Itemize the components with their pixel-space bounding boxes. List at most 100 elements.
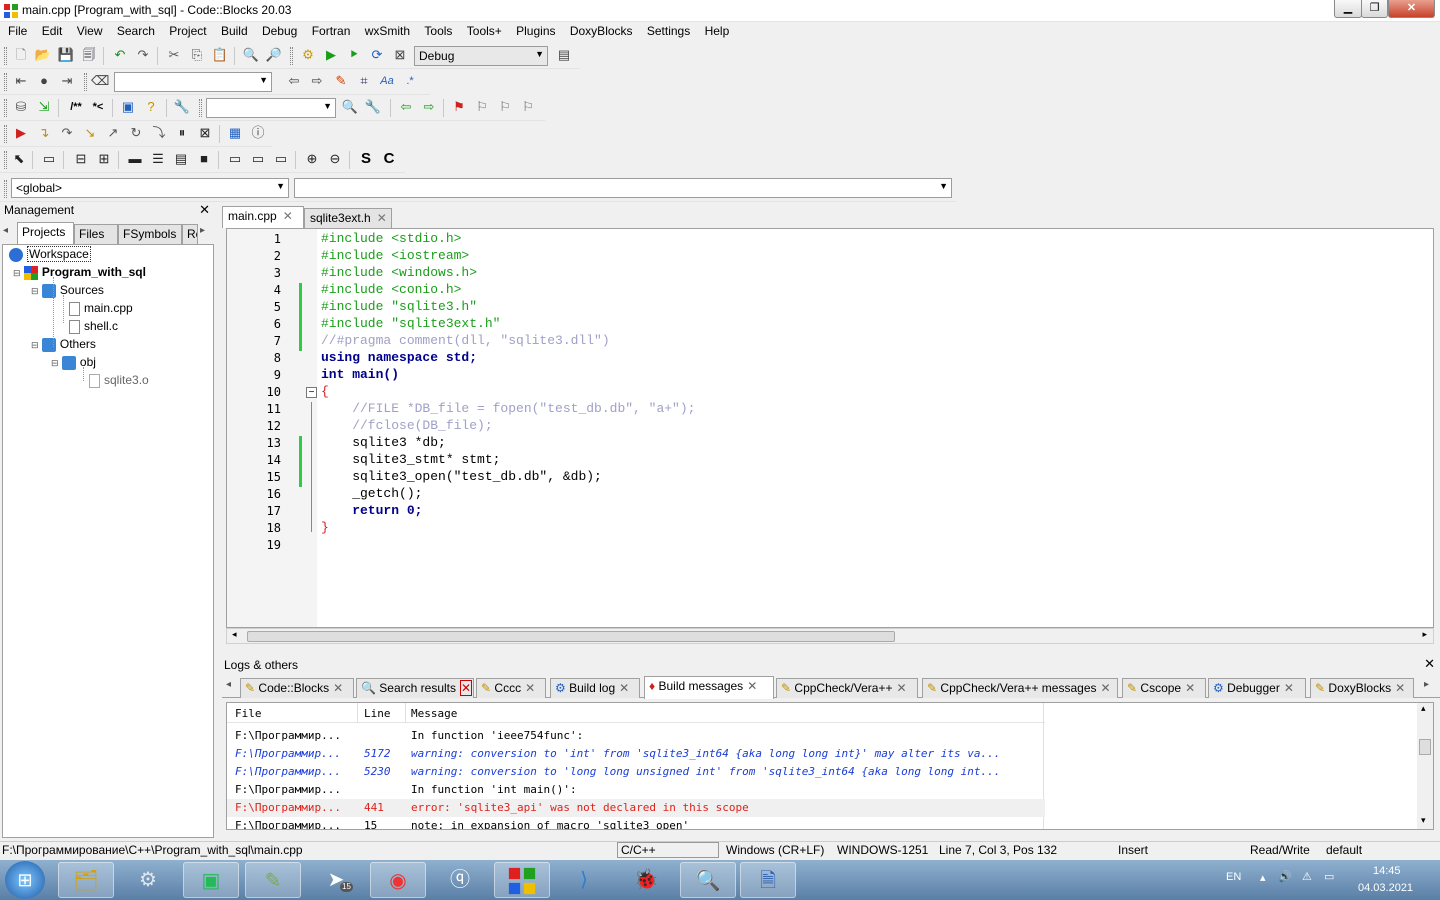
wrench-icon[interactable]: 🔧 (173, 98, 191, 116)
next-line-icon[interactable]: ↷ (58, 124, 76, 142)
fold-toggle-icon[interactable]: − (306, 387, 317, 398)
table-row[interactable]: F:\Программир... 5230 warning: conversion … (227, 763, 1045, 781)
close-icon[interactable]: ✕ (896, 681, 906, 695)
tab-cppcheck-messages[interactable]: ✎ CppCheck/Vera++ messages ✕ (922, 678, 1118, 698)
pause-icon[interactable]: ⏸ (173, 124, 191, 142)
clear-icon[interactable]: ⌫ (91, 72, 109, 90)
code-line[interactable]: _getch(); (321, 486, 422, 501)
help-docs-icon[interactable]: ? (142, 98, 160, 116)
vertical-scrollbar[interactable]: ▴ ▾ (1417, 703, 1433, 829)
undo-icon[interactable]: ↶ (111, 46, 129, 64)
code-line[interactable]: #include <stdio.h> (321, 231, 461, 246)
function-combo[interactable]: ▼ (294, 178, 952, 198)
close-icon[interactable]: ✕ (747, 679, 757, 693)
tab-scroll-right-icon[interactable]: ▸ (200, 225, 205, 236)
terminal-taskbar-icon[interactable]: ▣ (183, 862, 239, 898)
scroll-down-icon[interactable]: ▾ (1421, 815, 1426, 826)
clock-time[interactable]: 14:45 (1373, 865, 1401, 877)
regex-icon[interactable]: .* (401, 72, 419, 90)
scrollbar-thumb[interactable] (1419, 739, 1431, 755)
tab-cppcheck[interactable]: ✎ CppCheck/Vera++ ✕ (776, 678, 918, 698)
tree-folder-sources[interactable]: ⊟ Sources (31, 283, 104, 298)
column-header-message[interactable]: Message (411, 707, 1041, 720)
zoom-out-icon[interactable]: ⊖ (326, 150, 344, 168)
vscode-taskbar-icon[interactable]: ⟩ (556, 862, 612, 898)
menu-view[interactable]: View (77, 22, 103, 38)
bookmark-icon[interactable]: ● (35, 72, 53, 90)
debug-continue-icon[interactable]: ▶ (12, 124, 30, 142)
settings-taskbar-icon[interactable]: ⚙ (120, 862, 176, 898)
step-out-icon[interactable]: ↗ (104, 124, 122, 142)
close-button[interactable]: ✕ (1388, 0, 1435, 18)
tab-files[interactable]: Files (74, 224, 118, 244)
code-line[interactable]: sqlite3_open("test_db.db", &db); (321, 469, 602, 484)
highlight-icon[interactable]: ✎ (332, 72, 350, 90)
stop-debug-icon[interactable]: ⊠ (196, 124, 214, 142)
find-icon[interactable]: 🔍 (242, 46, 260, 64)
debug-info-icon[interactable]: ⓘ (249, 124, 267, 142)
collapse-icon[interactable]: ⊟ (51, 358, 59, 368)
code-line[interactable]: #include <iostream> (321, 248, 469, 263)
status-language[interactable]: C/C++ (617, 842, 719, 858)
zoom-in-icon[interactable]: ⊕ (303, 150, 321, 168)
code-line[interactable]: int main() (321, 367, 399, 382)
textctrl-widget-icon[interactable]: ▭ (249, 150, 267, 168)
line-comment-icon[interactable]: *< (88, 98, 108, 116)
cut-icon[interactable]: ✂ (165, 46, 183, 64)
cscope-find-icon[interactable]: 🔍 (341, 98, 359, 116)
tree-file-shell[interactable]: shell.c (69, 319, 118, 334)
paste-icon[interactable]: 📋 (211, 46, 229, 64)
word-taskbar-icon[interactable]: 🗎 (740, 862, 796, 898)
code-line[interactable]: sqlite3 *db; (321, 435, 446, 450)
minimize-button[interactable]: ▁ (1334, 0, 1362, 18)
table-row[interactable]: F:\Программир... 15 note: in expansion of … (227, 817, 1045, 829)
power-icon[interactable]: ▭ (1324, 870, 1334, 883)
menu-debug[interactable]: Debug (262, 22, 297, 38)
close-icon[interactable]: ✕ (525, 681, 535, 695)
html-docs-icon[interactable]: ▣ (119, 98, 137, 116)
redo-icon[interactable]: ↷ (134, 46, 152, 64)
tab-scroll-left-icon[interactable]: ◂ (3, 225, 8, 236)
collapse-icon[interactable]: ⊟ (31, 286, 39, 296)
close-icon[interactable]: ✕ (377, 211, 387, 225)
jump-back-icon[interactable]: ⇤ (12, 72, 30, 90)
tab-scroll-right-icon[interactable]: ▸ (1424, 679, 1429, 690)
tab-projects[interactable]: Projects (17, 222, 74, 244)
tree-file-main[interactable]: main.cpp (69, 301, 133, 316)
frame-icon[interactable]: ▭ (40, 150, 58, 168)
block-comment-icon[interactable]: /** (64, 98, 88, 116)
table-row[interactable]: F:\Программир... 5172 warning: conversion … (227, 745, 1045, 763)
table-row[interactable]: F:\Программир... In function 'ieee754func… (227, 727, 1045, 745)
search-combo[interactable]: ▼ (114, 72, 272, 92)
doxywizard-icon[interactable]: ⛁ (12, 98, 30, 116)
clear-bookmarks-icon[interactable]: ⚐ (519, 98, 537, 116)
tab-cccc[interactable]: ✎ Cccc ✕ (476, 678, 546, 698)
chrome-taskbar-icon[interactable]: ◉ (370, 862, 426, 898)
code-line[interactable]: #include <windows.h> (321, 265, 477, 280)
nav-forward-icon[interactable]: ⇨ (420, 98, 438, 116)
telegram-taskbar-icon[interactable]: ➤ 15 (308, 862, 364, 898)
close-icon[interactable]: ✕ (1395, 681, 1405, 695)
tab-resources[interactable]: Re (182, 224, 198, 244)
symbol-combo[interactable]: ▼ (206, 98, 336, 118)
prev-bookmark-icon[interactable]: ⚐ (473, 98, 491, 116)
run-to-cursor-icon[interactable]: ↴ (35, 124, 53, 142)
tree-workspace[interactable]: Workspace (9, 246, 91, 262)
menu-build[interactable]: Build (221, 22, 248, 38)
menu-tools-plus[interactable]: Tools+ (467, 22, 502, 38)
replace-icon[interactable]: 🔎 (265, 46, 283, 64)
save-icon[interactable]: 💾 (57, 46, 75, 64)
tree-folder-obj[interactable]: ⊟ obj (51, 355, 96, 370)
start-button[interactable]: ⊞ (5, 861, 45, 899)
tab-sqlite3ext-h[interactable]: sqlite3ext.h ✕ (304, 208, 392, 228)
choice-widget-icon[interactable]: ▭ (272, 150, 290, 168)
new-file-icon[interactable]: 🗋 (12, 46, 30, 64)
code-line[interactable]: return 0; (321, 503, 422, 518)
open-folder-icon[interactable]: 📂 (34, 46, 52, 64)
menu-project[interactable]: Project (169, 22, 206, 38)
build-gear-icon[interactable]: ⚙ (299, 46, 317, 64)
code-editor[interactable]: 1 2 3 4 5 6 7 8 9 10 11 12 13 14 15 16 17 18 19− #include … (226, 228, 1434, 628)
scroll-up-icon[interactable]: ▴ (1421, 703, 1426, 714)
jump-forward-icon[interactable]: ⇥ (58, 72, 76, 90)
menu-edit[interactable]: Edit (42, 22, 63, 38)
